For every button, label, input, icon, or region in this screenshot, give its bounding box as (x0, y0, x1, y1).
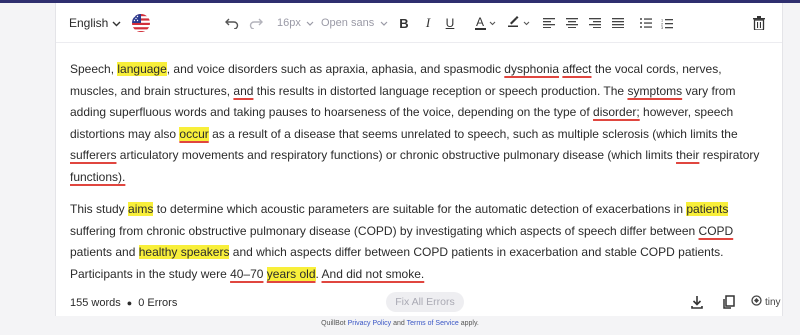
terms-of-service-link[interactable]: Terms of Service (407, 320, 459, 327)
flagged-word[interactable]: symptoms (627, 84, 682, 98)
undo-icon[interactable] (222, 13, 242, 33)
flagged-word[interactable]: 40–70 (230, 267, 263, 281)
text-run: this results in distorted language recep… (253, 83, 628, 98)
flagged-word[interactable]: their (676, 148, 699, 162)
privacy-policy-link[interactable]: Privacy Policy (348, 320, 392, 327)
flagged-word[interactable]: and (233, 84, 253, 98)
tiny-logo-icon (751, 295, 762, 309)
flagged-word[interactable]: dysphonia (504, 62, 559, 76)
trash-icon[interactable] (749, 13, 769, 33)
align-center-icon[interactable] (562, 13, 582, 33)
editor-footer: 155 words ● 0 Errors Fix All Errors tiny (56, 291, 782, 317)
copy-icon[interactable] (721, 294, 737, 310)
editor-panel: English 16px Open sans B I U A 1 2 3 Spe… (55, 3, 783, 316)
language-label: English (69, 16, 109, 30)
separator-dot: ● (126, 298, 133, 308)
highlighted-word[interactable]: patients (686, 202, 729, 216)
text-run: suffering from chronic obstructive pulmo… (70, 223, 699, 238)
text-run: articulatory movements and respiratory f… (116, 148, 677, 162)
text-color-button[interactable]: A (470, 13, 500, 33)
text-run: , and voice disorders such as apraxia, a… (166, 62, 505, 76)
flagged-word[interactable]: sufferers (70, 148, 116, 162)
editor-text-area[interactable]: Speech, language, and voice disorders su… (70, 59, 760, 296)
paragraph: This study aims to determine which acous… (70, 199, 760, 285)
text-run: as a result of a disease that seems unre… (208, 126, 738, 141)
flagged-highlighted-word[interactable]: occur (179, 126, 209, 141)
highlighted-word[interactable]: aims (128, 202, 154, 216)
tiny-branding[interactable]: tiny (751, 295, 781, 309)
chevron-down-icon (306, 17, 314, 29)
chevron-down-icon (380, 17, 388, 29)
text-run: This study (70, 202, 129, 216)
justify-icon[interactable] (608, 13, 628, 33)
text-run: respiratory (699, 148, 760, 162)
download-icon[interactable] (689, 294, 705, 310)
paragraph: Speech, language, and voice disorders su… (70, 59, 760, 188)
flagged-word[interactable]: And did not smoke. (322, 267, 425, 281)
flagged-word[interactable]: functions). (70, 170, 125, 184)
word-count: 155 words (70, 297, 121, 309)
legal-and: and (393, 320, 405, 327)
bold-button[interactable]: B (394, 13, 414, 33)
flagged-highlighted-word[interactable]: years old (266, 266, 316, 281)
legal-prefix: QuillBot (321, 320, 346, 327)
font-size-selector[interactable]: 16px (277, 13, 314, 33)
font-size-value: 16px (277, 17, 301, 29)
highlight-color-button[interactable] (503, 13, 533, 33)
redo-icon[interactable] (246, 13, 266, 33)
editor-toolbar: English 16px Open sans B I U A 1 2 3 (56, 3, 782, 43)
bullet-list-icon[interactable] (636, 13, 656, 33)
text-run: Speech, (70, 62, 118, 76)
tiny-label: tiny (765, 296, 781, 308)
highlighted-word[interactable]: healthy speakers (138, 245, 230, 259)
flagged-word[interactable]: affect (562, 62, 591, 76)
underline-button[interactable]: U (440, 13, 460, 33)
us-flag-icon[interactable] (132, 14, 150, 32)
align-left-icon[interactable] (539, 13, 559, 33)
highlighted-word[interactable]: language (117, 62, 167, 76)
text-color-icon: A (475, 14, 484, 29)
flagged-word[interactable]: disorder; (593, 105, 640, 119)
numbered-list-icon[interactable]: 123 (657, 13, 677, 33)
error-count: 0 Errors (138, 297, 178, 309)
language-selector[interactable]: English (69, 13, 121, 33)
svg-text:3: 3 (661, 26, 663, 29)
document-stats: 155 words ● 0 Errors (70, 297, 177, 309)
text-run: to determine which acoustic parameters a… (153, 202, 687, 216)
fix-all-errors-button[interactable]: Fix All Errors (386, 292, 464, 312)
align-right-icon[interactable] (585, 13, 605, 33)
font-family-value: Open sans (321, 17, 375, 29)
text-run: patients and (70, 245, 139, 259)
highlighter-icon (507, 14, 520, 32)
italic-button[interactable]: I (418, 13, 438, 33)
flagged-word[interactable]: COPD (699, 224, 734, 238)
legal-notice: QuillBot Privacy Policy and Terms of Ser… (0, 320, 800, 327)
chevron-down-icon (112, 16, 121, 30)
legal-suffix: apply. (460, 320, 479, 327)
font-family-selector[interactable]: Open sans (321, 13, 388, 33)
